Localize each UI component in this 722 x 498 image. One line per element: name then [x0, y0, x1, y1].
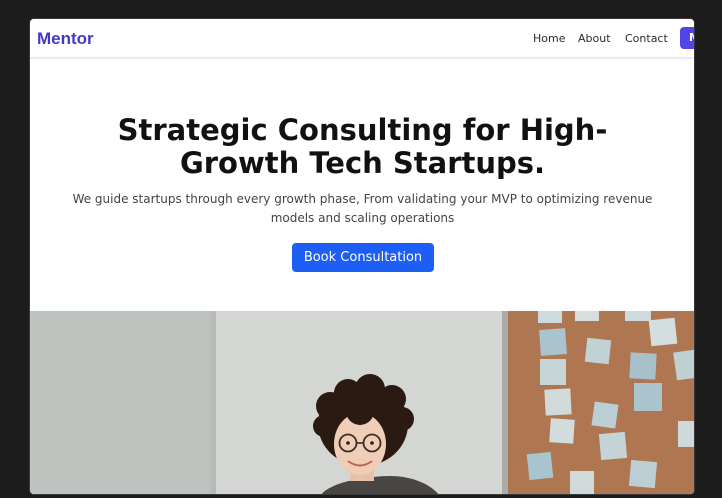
book-consultation-button[interactable]: Book Consultation — [292, 243, 434, 272]
nav-link-about[interactable]: About — [578, 32, 611, 45]
nav-link-contact[interactable]: Contact — [625, 32, 668, 45]
hero-title: Strategic Consulting for High-Growth Tec… — [117, 113, 608, 180]
hero-section: Strategic Consulting for High-Growth Tec… — [30, 58, 694, 311]
navbar: Mentor Home About Contact M — [30, 19, 694, 58]
nav-cta-button[interactable]: M — [680, 27, 694, 49]
hero-photo — [30, 311, 694, 494]
brand-logo[interactable]: Mentor — [37, 29, 94, 49]
nav-link-home[interactable]: Home — [533, 32, 565, 45]
hero-subtitle: We guide startups through every growth p… — [72, 192, 653, 225]
browser-frame: Mentor Home About Contact M Strategic Co… — [29, 18, 695, 495]
hero-photo-illustration — [30, 311, 694, 494]
